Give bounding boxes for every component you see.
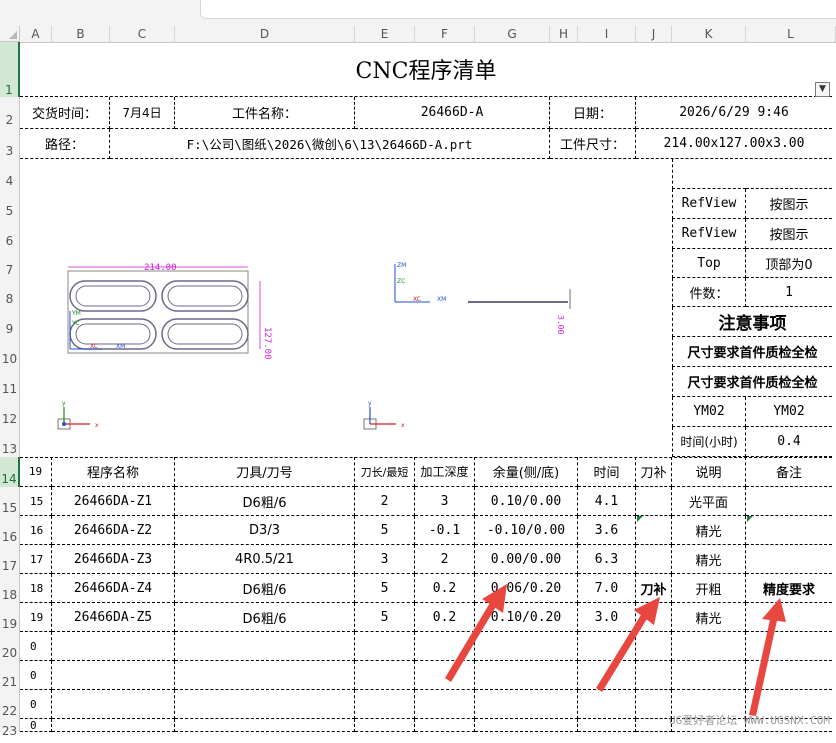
annotation-arrows: [445, 584, 786, 716]
watermark: UG爱好者论坛 WWW.UGSNX.COM: [669, 714, 830, 727]
